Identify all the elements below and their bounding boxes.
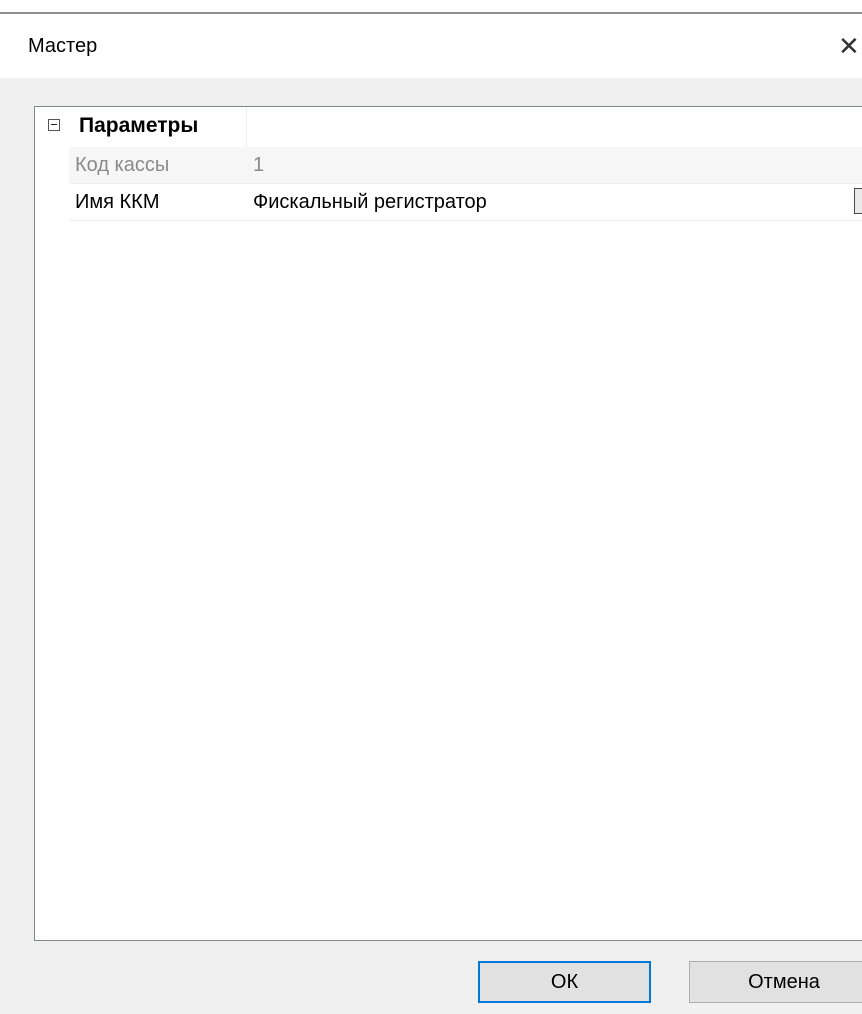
close-icon[interactable]: ✕ <box>838 24 862 68</box>
wizard-window: Мастер ✕ Параметры Код кассы 1 Имя ККМ Ф… <box>0 0 862 1014</box>
cancel-button[interactable]: Отмена <box>689 961 862 1003</box>
property-name: Код кассы <box>75 154 170 176</box>
property-grid: Параметры Код кассы 1 Имя ККМ Фискальный… <box>34 106 862 941</box>
collapse-minus-icon[interactable] <box>48 119 60 131</box>
dropdown-arrow-icon[interactable] <box>854 188 862 214</box>
property-row-kkm-name[interactable]: Имя ККМ Фискальный регистратор <box>69 184 862 221</box>
window-top-border <box>0 0 862 14</box>
category-label: Параметры <box>79 114 199 137</box>
property-value[interactable]: Фискальный регистратор <box>253 191 487 214</box>
ok-button[interactable]: ОК <box>478 961 651 1003</box>
property-row-cash-code[interactable]: Код кассы 1 <box>69 147 862 184</box>
property-value: 1 <box>253 154 265 176</box>
window-title: Мастер <box>28 35 98 57</box>
category-row[interactable]: Параметры <box>35 107 862 147</box>
title-bar: Мастер ✕ <box>0 14 862 78</box>
property-name: Имя ККМ <box>75 191 160 213</box>
